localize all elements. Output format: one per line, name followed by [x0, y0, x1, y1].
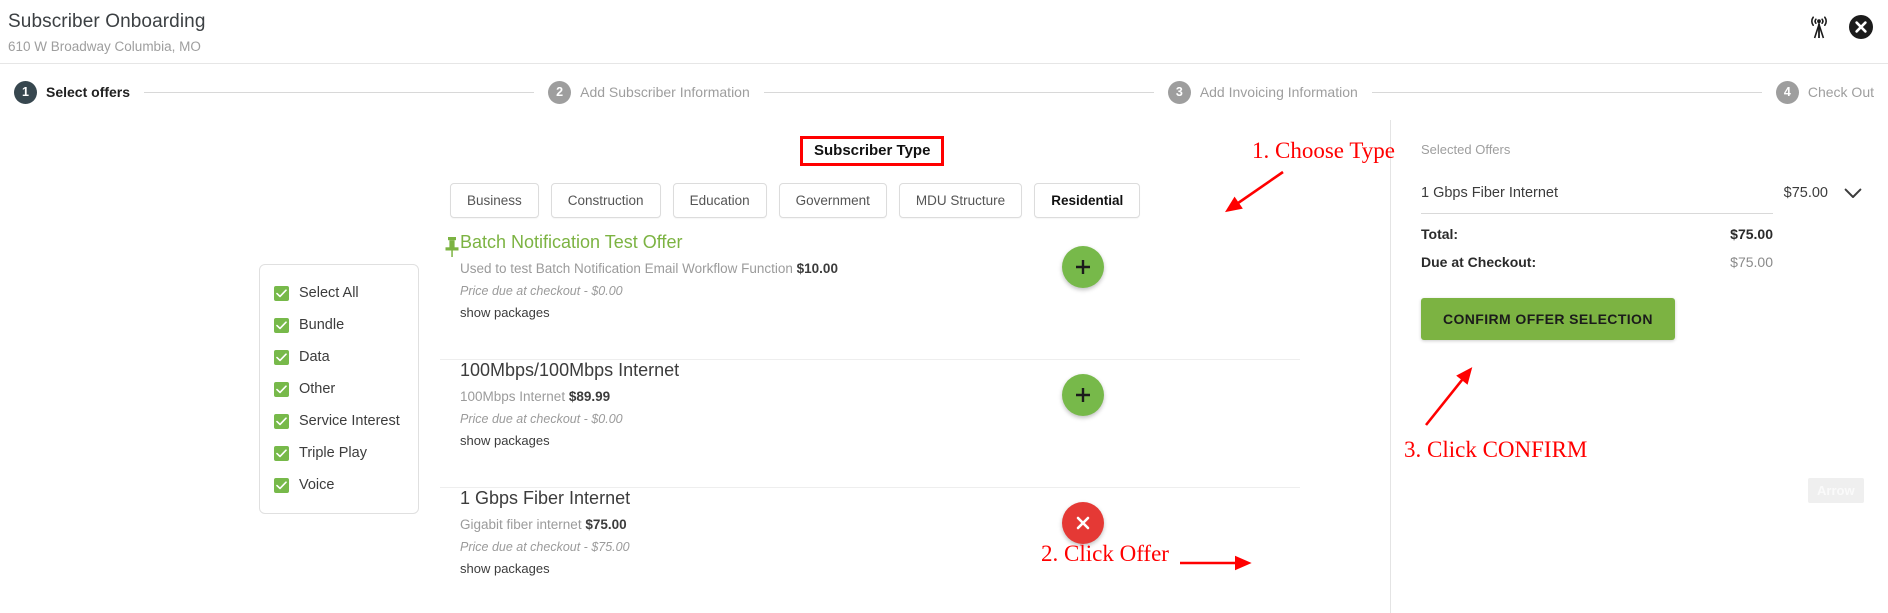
offer-row: 1 Gbps Fiber Internet Gigabit fiber inte… [440, 488, 1300, 613]
tab-construction[interactable]: Construction [550, 183, 661, 218]
step-2-label: Add Subscriber Information [580, 84, 750, 100]
selected-offer-price: $75.00 [1783, 185, 1828, 201]
step-connector-3 [1371, 91, 1762, 93]
arrow-watermark-label: Arrow [1808, 478, 1864, 503]
main-content: Select All Bundle Data Other Service Int… [0, 120, 1888, 613]
tab-business[interactable]: Business [450, 183, 539, 218]
broadcast-tower-icon[interactable] [1808, 14, 1830, 40]
offer-title[interactable]: Batch Notification Test Offer [460, 232, 682, 253]
offer-description-text: Used to test Batch Notification Email Wo… [460, 261, 793, 276]
confirm-offer-selection-button[interactable]: CONFIRM OFFER SELECTION [1421, 298, 1675, 340]
filter-item-voice[interactable]: Voice [260, 469, 418, 501]
tab-residential[interactable]: Residential [1034, 183, 1141, 218]
step-1-select-offers[interactable]: 1 Select offers [14, 80, 131, 104]
close-circle-icon[interactable] [1848, 14, 1874, 40]
offer-category-filter-card: Select All Bundle Data Other Service Int… [259, 264, 419, 514]
remove-offer-button[interactable] [1062, 502, 1104, 544]
step-connector-1 [144, 91, 535, 93]
filter-label: Other [299, 381, 336, 397]
checkbox-checked-icon[interactable] [274, 349, 289, 365]
checkbox-checked-icon[interactable] [274, 413, 289, 429]
annotation-3-click-confirm: 3. Click CONFIRM [1404, 437, 1588, 462]
offer-description-text: 100Mbps Internet [460, 389, 566, 404]
selected-offer-line-item: 1 Gbps Fiber Internet $75.00 [1421, 185, 1862, 201]
offer-list: Batch Notification Test Offer Used to te… [440, 232, 1300, 613]
filter-label: Service Interest [299, 413, 400, 429]
subscriber-onboarding-page: Subscriber Onboarding 610 W Broadway Col… [0, 0, 1888, 613]
offer-description-text: Gigabit fiber internet [460, 517, 582, 532]
checkbox-checked-icon[interactable] [274, 477, 289, 493]
step-1-number: 1 [14, 80, 37, 104]
filter-item-select-all[interactable]: Select All [260, 277, 418, 309]
filter-label: Voice [299, 477, 335, 493]
filter-item-bundle[interactable]: Bundle [260, 309, 418, 341]
step-3-number: 3 [1167, 80, 1191, 104]
checkbox-checked-icon[interactable] [274, 381, 289, 397]
offer-price: $10.00 [796, 261, 838, 276]
chevron-down-icon[interactable] [1828, 188, 1862, 199]
step-3-label: Add Invoicing Information [1199, 84, 1358, 100]
selected-offers-panel: Selected Offers 1 Gbps Fiber Internet $7… [1390, 120, 1888, 613]
tab-mdu-structure[interactable]: MDU Structure [898, 183, 1023, 218]
tab-government[interactable]: Government [778, 183, 887, 218]
step-4-check-out[interactable]: 4 Check Out [1775, 80, 1874, 104]
subscriber-type-heading: Subscriber Type [800, 136, 945, 166]
checkbox-checked-icon[interactable] [274, 317, 289, 333]
annotation-1-choose-type: 1. Choose Type [1252, 138, 1395, 163]
offer-description: Used to test Batch Notification Email Wo… [460, 261, 838, 276]
offer-price: $75.00 [585, 517, 627, 532]
pin-icon [444, 236, 460, 258]
offer-title[interactable]: 100Mbps/100Mbps Internet [460, 360, 679, 381]
filter-label: Data [299, 349, 330, 365]
offer-row: 100Mbps/100Mbps Internet 100Mbps Interne… [440, 360, 1300, 488]
offer-description: Gigabit fiber internet $75.00 [460, 517, 627, 532]
filter-label: Triple Play [299, 445, 367, 461]
offer-due-at-checkout: Price due at checkout - $0.00 [460, 284, 623, 298]
step-1-label: Select offers [46, 84, 131, 100]
total-value: $75.00 [1730, 226, 1773, 242]
offer-due-at-checkout: Price due at checkout - $75.00 [460, 540, 630, 554]
offer-title[interactable]: 1 Gbps Fiber Internet [460, 488, 630, 509]
filter-label: Bundle [299, 317, 345, 333]
step-4-label: Check Out [1807, 84, 1874, 100]
step-4-number: 4 [1775, 80, 1799, 104]
offer-description: 100Mbps Internet $89.99 [460, 389, 610, 404]
step-2-add-subscriber-information[interactable]: 2 Add Subscriber Information [548, 80, 750, 104]
add-offer-button[interactable] [1062, 246, 1104, 288]
checkbox-checked-icon[interactable] [274, 445, 289, 461]
offer-price: $89.99 [568, 389, 611, 404]
onboarding-stepper: 1 Select offers 2 Add Subscriber Informa… [0, 64, 1888, 120]
filter-item-other[interactable]: Other [260, 373, 418, 405]
offer-due-at-checkout: Price due at checkout - $0.00 [460, 412, 623, 426]
selected-offer-name: 1 Gbps Fiber Internet [1421, 185, 1559, 201]
page-subtitle-address: 610 W Broadway Columbia, MO [8, 39, 201, 54]
page-header: Subscriber Onboarding 610 W Broadway Col… [0, 0, 1888, 64]
filter-item-triple-play[interactable]: Triple Play [260, 437, 418, 469]
summary-divider [1421, 213, 1773, 214]
filter-label: Select All [299, 285, 359, 301]
offer-row: Batch Notification Test Offer Used to te… [440, 232, 1300, 360]
step-2-number: 2 [548, 80, 572, 104]
due-at-checkout-label: Due at Checkout: [1421, 254, 1537, 270]
page-title: Subscriber Onboarding [8, 11, 206, 32]
filter-item-data[interactable]: Data [260, 341, 418, 373]
summary-total-row: Total: $75.00 [1421, 226, 1773, 242]
tab-education[interactable]: Education [672, 183, 767, 218]
filter-item-service-interest[interactable]: Service Interest [260, 405, 418, 437]
due-at-checkout-value: $75.00 [1730, 254, 1773, 270]
add-offer-button[interactable] [1062, 374, 1104, 416]
total-label: Total: [1421, 226, 1459, 242]
header-icon-group [1808, 6, 1874, 48]
step-3-add-invoicing-information[interactable]: 3 Add Invoicing Information [1167, 80, 1358, 104]
show-packages-link[interactable]: show packages [460, 305, 550, 320]
selected-offers-title: Selected Offers [1421, 142, 1511, 157]
show-packages-link[interactable]: show packages [460, 561, 550, 576]
annotation-2-click-offer: 2. Click Offer [1041, 541, 1169, 566]
step-connector-2 [763, 91, 1154, 93]
show-packages-link[interactable]: show packages [460, 433, 550, 448]
checkbox-checked-icon[interactable] [274, 285, 289, 301]
subscriber-type-tabs: Business Construction Education Governme… [450, 183, 1290, 218]
summary-due-row: Due at Checkout: $75.00 [1421, 254, 1773, 270]
